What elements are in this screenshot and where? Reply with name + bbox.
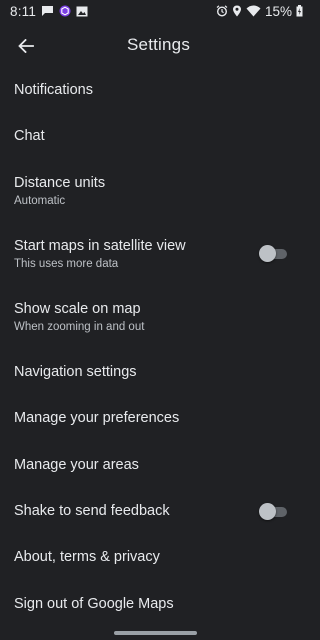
setting-about[interactable]: About, terms & privacy [0, 536, 311, 582]
status-bar: 8:11 15% [0, 0, 311, 22]
setting-preferences[interactable]: Manage your preferences [0, 398, 311, 444]
wifi-icon [246, 5, 261, 17]
setting-label: Chat [14, 128, 45, 144]
chat-bubble-icon [41, 5, 54, 17]
status-right: 15% [216, 4, 303, 19]
image-icon [76, 6, 88, 17]
setting-label: Notifications [14, 82, 93, 98]
toggle-thumb [259, 503, 276, 520]
page-title: Settings [127, 35, 191, 54]
setting-label: Manage your areas [14, 457, 139, 473]
gesture-nav-handle[interactable] [114, 631, 197, 635]
status-left: 8:11 [10, 4, 88, 19]
setting-shake-feedback[interactable]: Shake to send feedback [0, 490, 311, 536]
status-time: 8:11 [10, 3, 37, 19]
setting-label: Distance units [14, 175, 106, 191]
setting-subtitle: Automatic [14, 195, 66, 207]
battery-charging-icon [296, 5, 303, 17]
location-icon [232, 5, 242, 17]
setting-label: About, terms & privacy [14, 549, 160, 565]
shake-feedback-toggle[interactable] [259, 503, 289, 520]
setting-navigation[interactable]: Navigation settings [0, 352, 311, 398]
setting-chat[interactable]: Chat [0, 114, 311, 160]
toggle-thumb [259, 245, 276, 262]
setting-sign-out[interactable]: Sign out of Google Maps [0, 582, 311, 628]
setting-subtitle: This uses more data [14, 258, 119, 270]
setting-label: Navigation settings [14, 364, 137, 380]
arrow-back-icon [18, 39, 34, 53]
battery-percent: 15% [264, 3, 292, 19]
setting-label: Shake to send feedback [14, 503, 170, 519]
hexagon-app-icon [59, 5, 71, 17]
setting-distance-units[interactable]: Distance units Automatic [0, 160, 311, 224]
setting-label: Manage your preferences [14, 410, 180, 426]
setting-areas[interactable]: Manage your areas [0, 444, 311, 490]
setting-show-scale[interactable]: Show scale on map When zooming in and ou… [0, 288, 311, 352]
app-bar: Settings [0, 22, 311, 68]
setting-subtitle: When zooming in and out [14, 321, 145, 333]
setting-satellite-view[interactable]: Start maps in satellite view This uses m… [0, 224, 311, 288]
back-button[interactable] [14, 34, 38, 58]
setting-label: Show scale on map [14, 301, 141, 317]
satellite-view-toggle[interactable] [259, 245, 289, 262]
setting-label: Sign out of Google Maps [14, 596, 174, 612]
alarm-icon [216, 5, 228, 17]
setting-label: Start maps in satellite view [14, 238, 186, 254]
setting-notifications[interactable]: Notifications [0, 68, 311, 114]
